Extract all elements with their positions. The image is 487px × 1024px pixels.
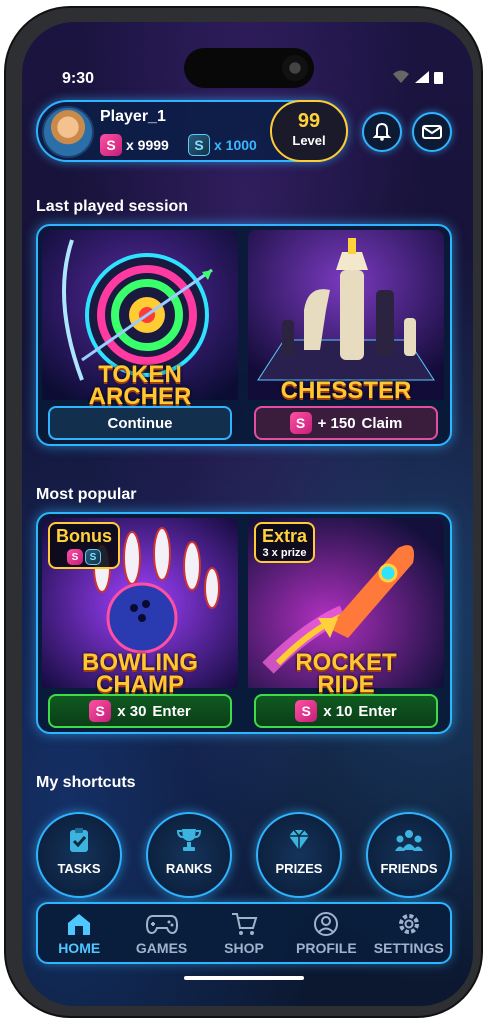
game-card-token-archer[interactable]: TOKEN ARCHER Continue [42, 230, 238, 440]
shortcut-prizes[interactable]: PRIZES [256, 812, 342, 898]
game-card-rocket-ride[interactable]: Extra 3 x prize ROCKET RIDE S x 10 Enter [248, 518, 444, 728]
card-title-line1: CHESSTER [280, 377, 412, 404]
clipboard-icon [70, 828, 88, 852]
cart-icon [231, 912, 258, 935]
extra-label: Extra [262, 526, 308, 546]
player-name: Player_1 [100, 108, 166, 125]
level-label: Level [292, 133, 326, 148]
user-icon [314, 911, 339, 936]
section-title-most-popular: Most popular [36, 486, 137, 503]
mail-icon [422, 125, 442, 139]
blue-token-balance: S x 1000 [188, 134, 257, 156]
battery-icon [434, 72, 443, 84]
shortcut-label: TASKS [57, 861, 101, 876]
blue-token-count: x 1000 [214, 137, 257, 153]
friends-icon [395, 830, 423, 851]
pink-token-icon: S [89, 700, 112, 722]
trophy-icon [176, 829, 202, 851]
pink-token-icon: S [295, 700, 318, 722]
entry-cost: x 10 [323, 702, 353, 720]
shortcut-ranks[interactable]: RANKS [146, 812, 232, 898]
status-icons [392, 70, 443, 84]
last-played-panel: TOKEN ARCHER Continue CHESSTER S + 150 C… [36, 224, 452, 446]
bell-icon [372, 122, 392, 141]
claim-label: Claim [361, 414, 403, 432]
nav-label: SHOP [224, 939, 264, 956]
card-title-line2: ARCHER [88, 383, 192, 410]
pink-token-icon: S [67, 549, 83, 565]
diamond-icon [289, 829, 309, 850]
continue-button[interactable]: Continue [48, 406, 232, 440]
nav-label: PROFILE [296, 939, 357, 956]
level-badge: 99 Level [270, 100, 348, 162]
game-card-bowling-champ[interactable]: Bonus S S BOWLING CHAMP S x 30 Enter [42, 518, 238, 728]
nav-label: HOME [58, 939, 101, 956]
messages-button[interactable] [412, 112, 452, 152]
enter-label: Enter [152, 702, 191, 720]
shortcut-friends[interactable]: FRIENDS [366, 812, 452, 898]
signal-icon [415, 71, 429, 83]
bottom-nav: HOME GAMES SHOP PROFILE SETTINGS [36, 902, 452, 964]
enter-button-rocket[interactable]: S x 10 Enter [254, 694, 438, 728]
nav-games[interactable]: GAMES [122, 911, 202, 956]
card-title-line2: RIDE [317, 671, 375, 698]
continue-label: Continue [107, 414, 173, 432]
section-title-last-played: Last played session [36, 198, 189, 215]
blue-token-icon: S [188, 134, 210, 156]
pink-token-icon: S [289, 412, 312, 434]
blue-token-icon: S [85, 549, 101, 565]
profile-bar[interactable]: Player_1 S x 9999 S x 1000 99 Level [36, 100, 348, 162]
level-number: 99 [297, 110, 321, 132]
game-card-chesster[interactable]: CHESSTER S + 150 Claim [248, 230, 444, 440]
nav-home[interactable]: HOME [39, 911, 119, 956]
enter-label: Enter [358, 702, 397, 720]
most-popular-panel: Bonus S S BOWLING CHAMP S x 30 Enter Ext… [36, 512, 452, 734]
home-indicator[interactable] [184, 976, 304, 980]
camera-notch [184, 48, 314, 88]
bonus-label: Bonus [56, 526, 112, 546]
extra-sublabel: 3 x prize [262, 547, 307, 559]
card-title-line2: CHAMP [96, 671, 184, 698]
claim-amount: + 150 [317, 414, 356, 432]
shortcut-label: FRIENDS [380, 861, 438, 876]
section-title-shortcuts: My shortcuts [36, 774, 136, 791]
nav-shop[interactable]: SHOP [204, 911, 284, 956]
bonus-badge: Bonus S S [48, 522, 120, 569]
shortcut-label: PRIZES [275, 861, 323, 876]
home-icon [68, 913, 91, 935]
entry-cost: x 30 [117, 702, 147, 720]
shortcut-tasks[interactable]: TASKS [36, 812, 122, 898]
gear-icon [398, 913, 419, 934]
camera-icon [282, 55, 308, 81]
claim-button[interactable]: S + 150 Claim [254, 406, 438, 440]
gamepad-icon [145, 914, 178, 934]
pink-token-icon: S [100, 134, 122, 156]
shortcut-label: RANKS [165, 861, 213, 876]
nav-label: SETTINGS [373, 939, 444, 956]
status-time: 9:30 [62, 70, 95, 87]
chess-art [248, 230, 444, 400]
nav-profile[interactable]: PROFILE [286, 911, 366, 956]
notifications-button[interactable] [362, 112, 402, 152]
extra-badge: Extra 3 x prize [254, 522, 316, 563]
pink-token-count: x 9999 [126, 137, 169, 153]
nav-label: GAMES [135, 939, 188, 956]
wifi-icon [393, 70, 409, 83]
bonus-token-icons: S S [56, 549, 112, 565]
nav-settings[interactable]: SETTINGS [369, 911, 449, 956]
enter-button-bowling[interactable]: S x 30 Enter [48, 694, 232, 728]
pink-token-balance: S x 9999 [100, 134, 169, 156]
avatar[interactable] [42, 106, 94, 158]
